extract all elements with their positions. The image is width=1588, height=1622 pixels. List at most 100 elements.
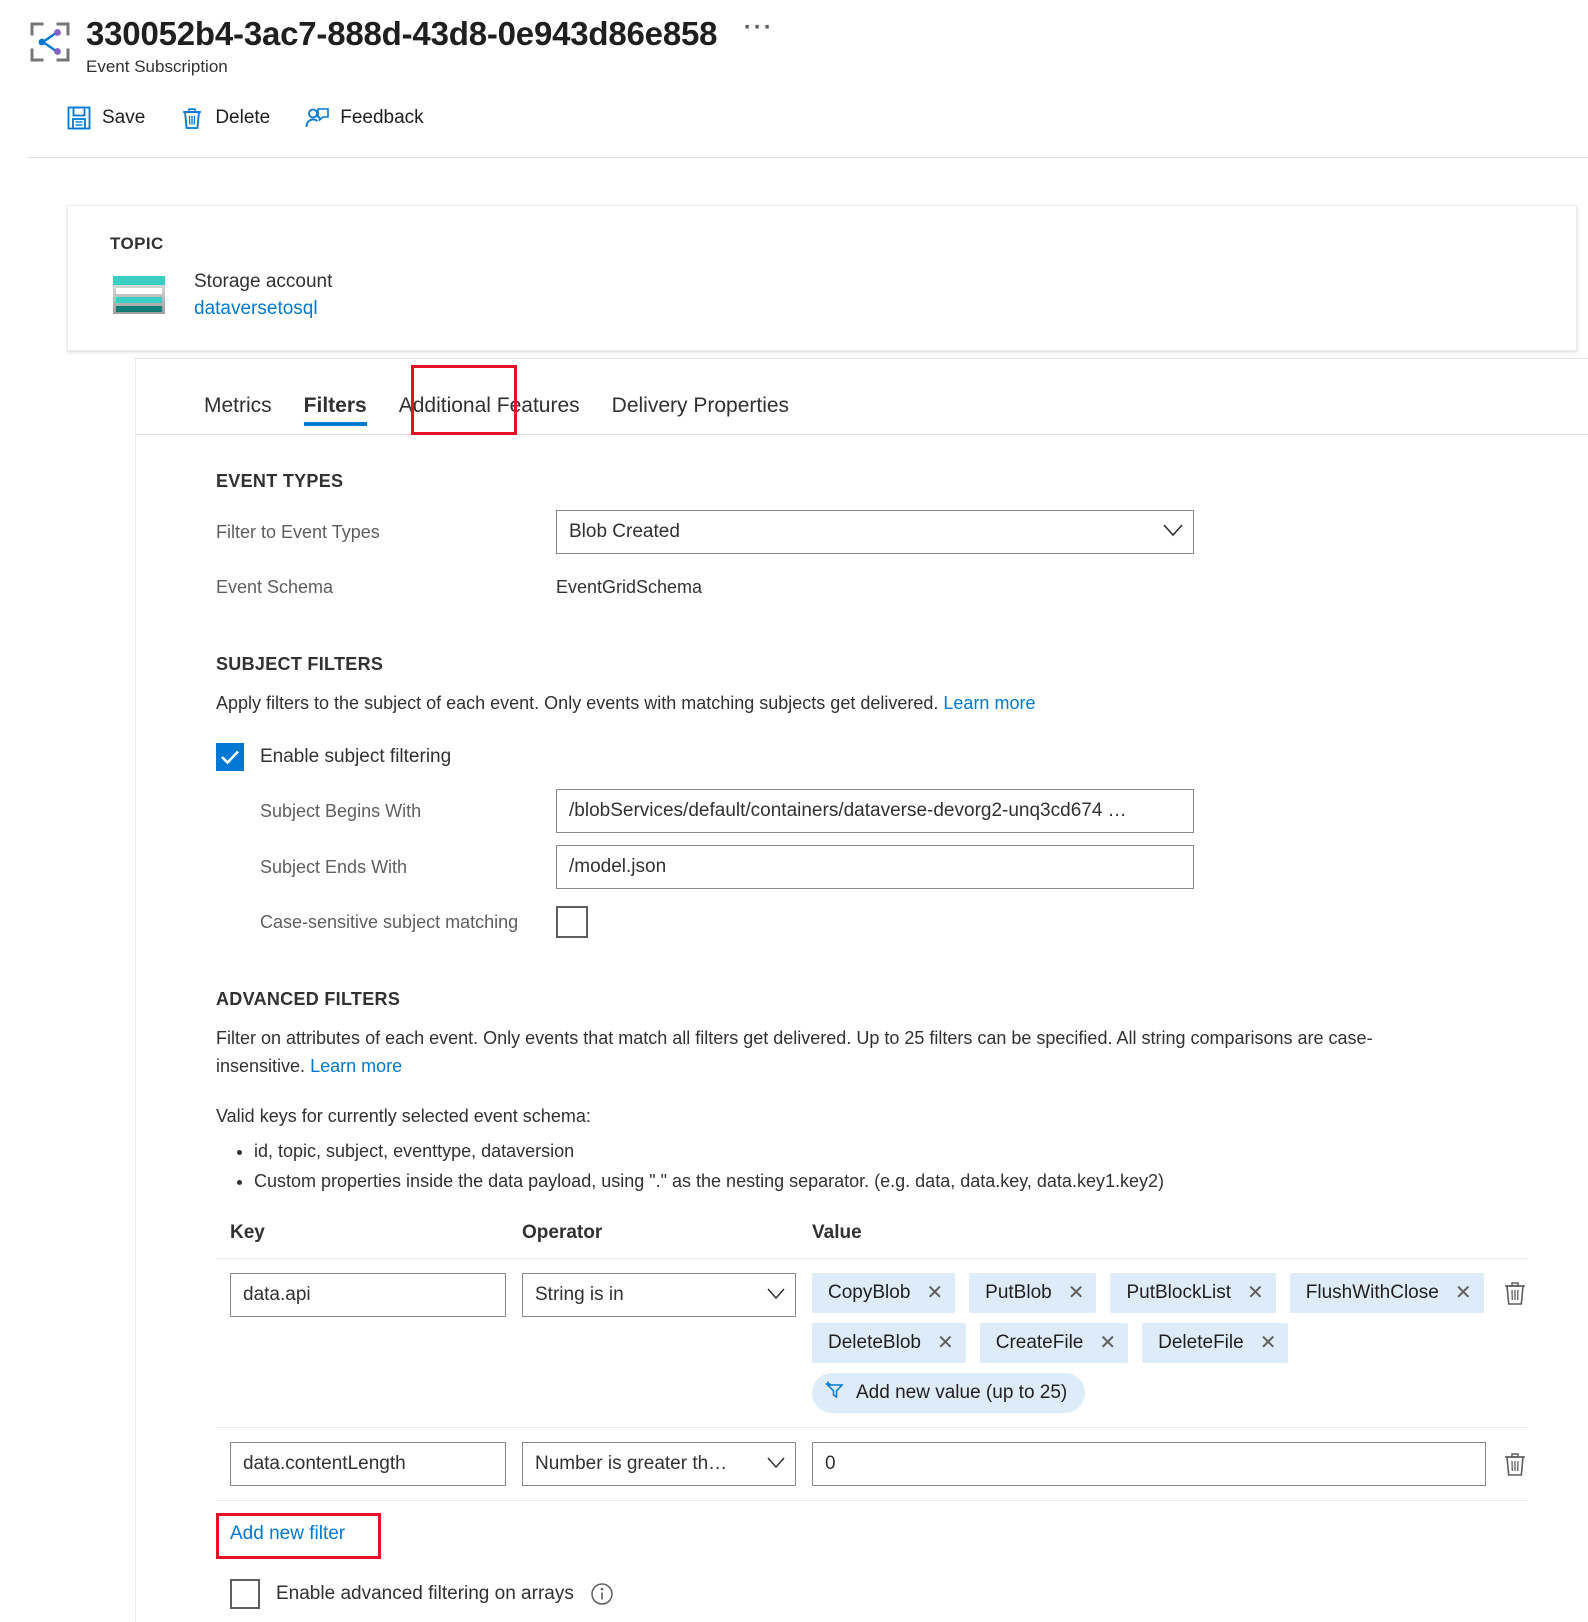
delete-filter-row-button-0[interactable] — [1502, 1279, 1528, 1307]
close-icon[interactable]: ✕ — [1068, 1283, 1085, 1303]
delete-filter-row-button-1[interactable] — [1502, 1450, 1528, 1478]
filter-key-input-1[interactable]: data.contentLength — [230, 1442, 506, 1486]
subject-ends-with-row: Subject Ends With /model.json — [216, 845, 1528, 889]
case-sensitive-row: Case-sensitive subject matching — [216, 901, 1528, 943]
info-icon[interactable] — [590, 1582, 614, 1606]
list-item: id, topic, subject, eventtype, dataversi… — [254, 1136, 1528, 1166]
value-chip-label: DeleteFile — [1158, 1332, 1244, 1353]
advanced-filters-heading: ADVANCED FILTERS — [216, 989, 401, 1009]
tab-metrics-label: Metrics — [204, 394, 272, 417]
topic-resource-link[interactable]: dataversetosql — [194, 295, 318, 322]
case-sensitive-checkbox[interactable] — [556, 906, 588, 938]
close-icon[interactable]: ✕ — [1455, 1283, 1472, 1303]
topic-card-label: TOPIC — [110, 234, 164, 253]
add-new-filter-wrap: Add new filter — [216, 1513, 1528, 1559]
event-schema-label: Event Schema — [216, 576, 334, 597]
close-icon[interactable]: ✕ — [1099, 1333, 1116, 1353]
subject-filters-heading: SUBJECT FILTERS — [216, 654, 384, 674]
table-row: data.api String is in CopyBlob ✕ PutBlob… — [216, 1259, 1528, 1428]
add-filter-value-icon — [824, 1379, 846, 1407]
add-new-value-button[interactable]: Add new value (up to 25) — [812, 1373, 1086, 1413]
save-button[interactable]: Save — [64, 103, 147, 133]
page-title: 330052b4-3ac7-888d-43d8-0e943d86e858 — [86, 15, 718, 52]
close-icon[interactable]: ✕ — [1260, 1333, 1277, 1353]
filter-to-event-types-dropdown[interactable]: Blob Created — [556, 510, 1194, 554]
filter-operator-value-0: String is in — [535, 1284, 624, 1305]
topic-kind: Storage account — [194, 271, 333, 292]
filter-operator-dropdown-0[interactable]: String is in — [522, 1273, 796, 1317]
feedback-button[interactable]: Feedback — [302, 103, 425, 133]
more-options-button[interactable]: ··· — [744, 8, 774, 48]
delete-button[interactable]: Delete — [177, 103, 272, 133]
value-chip[interactable]: PutBlob ✕ — [969, 1273, 1097, 1313]
event-types-section: EVENT TYPES Filter to Event Types Blob C… — [136, 471, 1588, 608]
tab-filters-label: Filters — [303, 394, 367, 417]
value-chip[interactable]: DeleteFile ✕ — [1142, 1323, 1289, 1363]
value-chip-label: CreateFile — [995, 1332, 1084, 1353]
subject-begins-with-label: Subject Begins With — [260, 800, 422, 821]
value-chip[interactable]: PutBlockList ✕ — [1110, 1273, 1276, 1313]
enable-subject-filtering-label: Enable subject filtering — [260, 746, 452, 767]
filter-value-chips-0: CopyBlob ✕ PutBlob ✕ PutBlockList ✕ Flus… — [812, 1273, 1486, 1413]
chevron-down-icon — [767, 1288, 785, 1303]
tab-bar: Metrics Filters Additional Features Deli… — [136, 359, 1588, 435]
tab-additional-features[interactable]: Additional Features — [383, 394, 596, 434]
filter-operator-dropdown-1[interactable]: Number is greater th… — [522, 1442, 796, 1486]
storage-account-icon — [110, 266, 168, 324]
value-chip[interactable]: DeleteBlob ✕ — [812, 1323, 966, 1363]
add-new-filter-link[interactable]: Add new filter — [230, 1523, 345, 1545]
subject-filters-section: SUBJECT FILTERS Apply filters to the sub… — [136, 654, 1588, 943]
enable-subject-filtering-checkbox[interactable] — [216, 743, 244, 771]
tab-additional-features-label: Additional Features — [398, 394, 580, 417]
advanced-filters-description-wrap: Filter on attributes of each event. Only… — [216, 1024, 1416, 1080]
delete-label: Delete — [215, 107, 271, 128]
subject-filters-learn-more-link[interactable]: Learn more — [943, 693, 1035, 713]
advanced-filters-learn-more-link[interactable]: Learn more — [310, 1056, 402, 1076]
subject-filters-description-wrap: Apply filters to the subject of each eve… — [216, 689, 1528, 717]
value-chip[interactable]: CopyBlob ✕ — [812, 1273, 956, 1313]
chevron-down-icon — [767, 1457, 785, 1472]
event-schema-row: Event Schema EventGridSchema — [216, 566, 1528, 608]
feedback-person-icon — [304, 105, 330, 131]
value-chip-label: PutBlob — [985, 1282, 1052, 1303]
table-row: data.contentLength Number is greater th… — [216, 1428, 1528, 1501]
value-chip-label: FlushWithClose — [1305, 1282, 1439, 1303]
filter-to-event-types-label: Filter to Event Types — [216, 521, 380, 542]
trash-icon — [179, 105, 205, 131]
add-new-value-label: Add new value (up to 25) — [856, 1382, 1068, 1403]
case-sensitive-label: Case-sensitive subject matching — [260, 911, 519, 932]
filter-to-event-types-value: Blob Created — [569, 521, 680, 542]
filter-key-input-0[interactable]: data.api — [230, 1273, 506, 1317]
filter-value-input-1[interactable]: 0 — [812, 1442, 1486, 1486]
subject-ends-with-label: Subject Ends With — [260, 856, 408, 877]
close-icon[interactable]: ✕ — [926, 1283, 943, 1303]
topic-texts: Storage account dataversetosql — [194, 266, 332, 322]
value-chip[interactable]: CreateFile ✕ — [979, 1323, 1129, 1363]
enable-arrays-filtering-checkbox[interactable] — [230, 1579, 260, 1609]
table-header-row: Key Operator Value — [216, 1222, 1528, 1259]
close-icon[interactable]: ✕ — [1247, 1283, 1264, 1303]
save-icon — [66, 105, 92, 131]
subject-begins-with-value: /blobServices/default/containers/dataver… — [569, 800, 1127, 821]
column-header-value: Value — [812, 1222, 862, 1243]
value-chip[interactable]: FlushWithClose ✕ — [1289, 1273, 1484, 1313]
valid-keys-intro: Valid keys for currently selected event … — [216, 1106, 591, 1126]
subject-ends-with-value: /model.json — [569, 856, 667, 877]
enable-arrays-filtering-row: Enable advanced filtering on arrays — [216, 1579, 1528, 1609]
value-chip-label: CopyBlob — [828, 1282, 911, 1303]
advanced-filters-table: Key Operator Value data.api String is in — [216, 1222, 1528, 1609]
page-subtitle: Event Subscription — [86, 57, 228, 76]
topic-card-body: Storage account dataversetosql — [110, 266, 1576, 324]
filter-key-value-1: data.contentLength — [243, 1453, 406, 1474]
tab-metrics[interactable]: Metrics — [188, 394, 288, 434]
enable-arrays-filtering-label: Enable advanced filtering on arrays — [276, 1583, 574, 1604]
subject-begins-with-input[interactable]: /blobServices/default/containers/dataver… — [556, 789, 1194, 833]
feedback-label: Feedback — [340, 107, 424, 128]
value-chip-label: DeleteBlob — [828, 1332, 921, 1353]
enable-subject-filtering-row: Enable subject filtering — [216, 743, 1528, 771]
close-icon[interactable]: ✕ — [937, 1333, 954, 1353]
tab-filters[interactable]: Filters — [288, 394, 383, 434]
subject-ends-with-input[interactable]: /model.json — [556, 845, 1194, 889]
event-schema-value: EventGridSchema — [556, 576, 703, 597]
tab-delivery-properties[interactable]: Delivery Properties — [596, 394, 805, 434]
